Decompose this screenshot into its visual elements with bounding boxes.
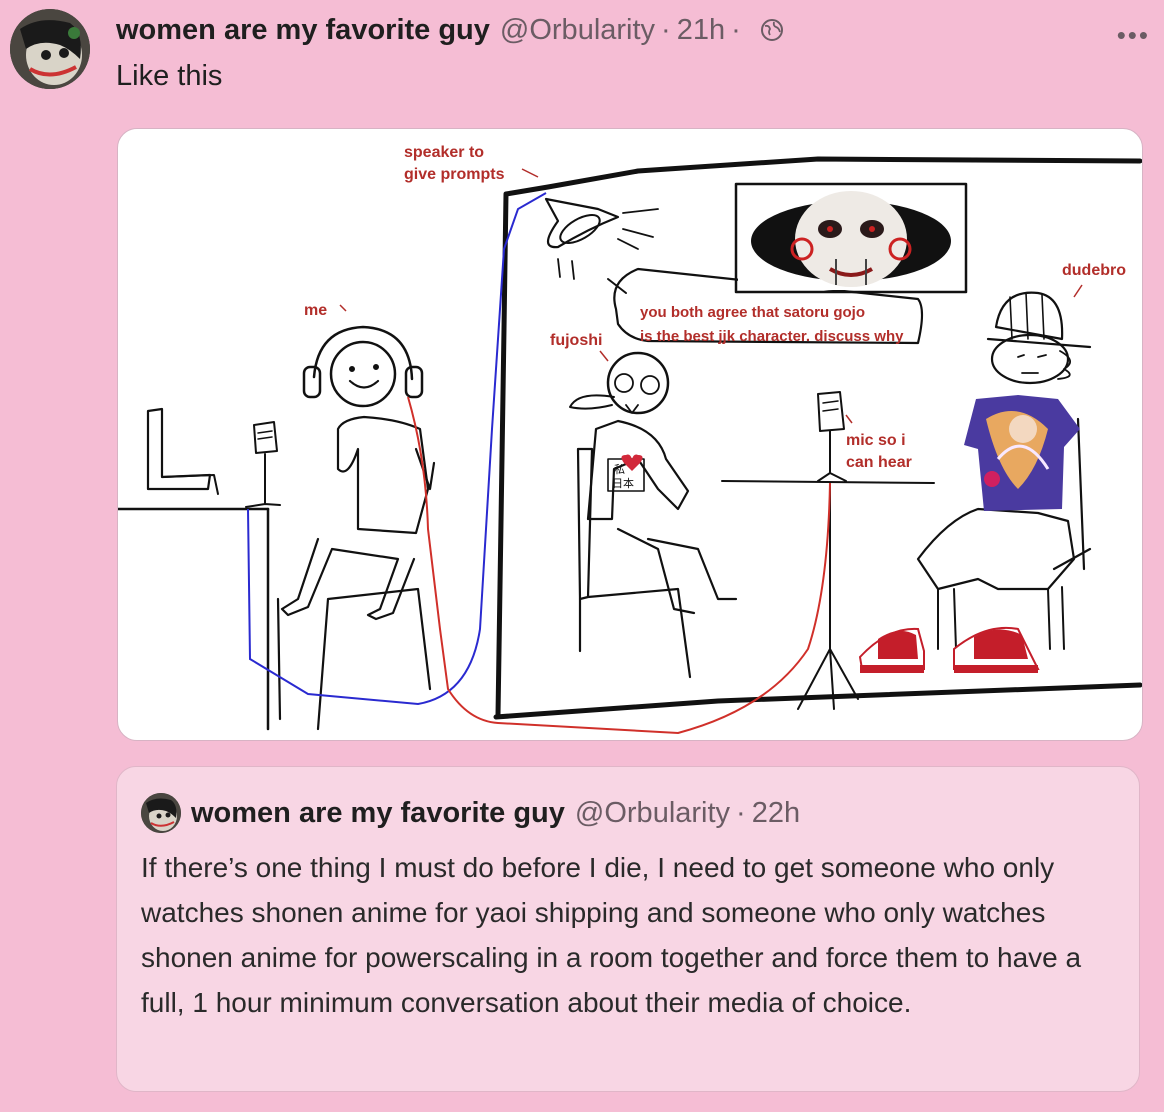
quoted-post-header: women are my favorite guy @Orbularity · … [191, 795, 800, 831]
prompt-line2: is the best jjk character. discuss why [640, 328, 904, 345]
label-me: me [304, 302, 327, 319]
label-speaker-line2: give prompts [404, 166, 505, 183]
quoted-user-handle[interactable]: @Orbularity [575, 797, 730, 830]
quoted-post-text: If there’s one thing I must do before I … [141, 852, 1082, 1018]
author-avatar[interactable] [10, 9, 90, 89]
prompt-line1: you both agree that satoru gojo [640, 304, 865, 321]
label-speaker-line1: speaker to [404, 144, 484, 161]
post-image[interactable]: 私 日本 speaker to give prompts me fujoshi … [117, 128, 1143, 741]
quoted-timestamp[interactable]: 22h [752, 797, 800, 830]
post-text: Like this [116, 60, 223, 92]
quoted-author-avatar[interactable] [141, 793, 181, 833]
user-handle[interactable]: @Orbularity [500, 14, 655, 47]
label-mic-line1: mic so i [846, 432, 906, 449]
label-dudebro: dudebro [1062, 262, 1126, 279]
globe-icon [759, 17, 785, 43]
more-options-button[interactable]: ••• [1117, 20, 1150, 51]
display-name[interactable]: women are my favorite guy [116, 14, 490, 47]
post-timestamp[interactable]: 21h [677, 14, 725, 47]
separator-dot: · [661, 13, 671, 46]
label-fujoshi: fujoshi [550, 332, 602, 349]
quoted-display-name[interactable]: women are my favorite guy [191, 797, 565, 830]
separator-dot: · [736, 796, 746, 829]
quoted-post[interactable]: women are my favorite guy @Orbularity · … [116, 766, 1140, 1092]
label-mic-line2: can hear [846, 454, 912, 471]
separator-dot: · [731, 13, 741, 46]
shirt-text-1: 私 [614, 463, 625, 476]
post-header: women are my favorite guy @Orbularity · … [116, 12, 785, 48]
shirt-text-2: 日本 [612, 476, 634, 490]
